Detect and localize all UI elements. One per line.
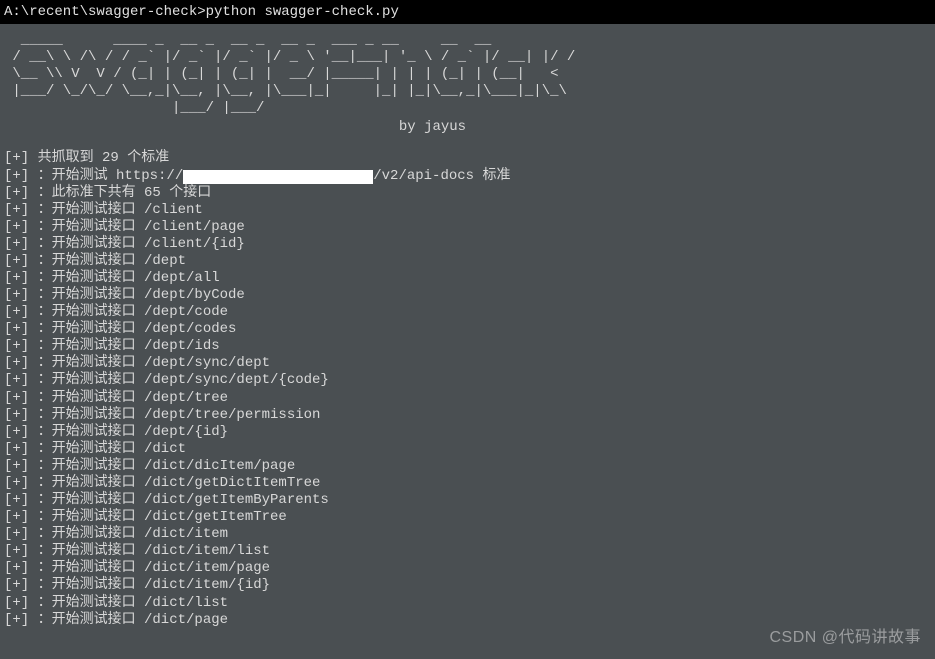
endpoint-line: [+] ：开始测试接口 /client/page (4, 219, 931, 236)
endpoint-line: [+] ：开始测试接口 /dept/{id} (4, 424, 931, 441)
endpoint-line: [+] ：开始测试接口 /dict/getItemTree (4, 509, 931, 526)
endpoint-line: [+] ：开始测试接口 /dept (4, 253, 931, 270)
endpoint-line: [+] ：开始测试接口 /dept/codes (4, 321, 931, 338)
redacted-host (183, 170, 373, 184)
terminal-window[interactable]: A:\recent\swagger-check>python swagger-c… (0, 0, 935, 24)
endpoint-line: [+] ：开始测试接口 /dict/getDictItemTree (4, 475, 931, 492)
endpoint-line: [+] ：开始测试接口 /client/{id} (4, 236, 931, 253)
endpoint-line: [+] ：开始测试接口 /dict/dicItem/page (4, 458, 931, 475)
endpoint-line: [+] ：开始测试接口 /dept/tree (4, 390, 931, 407)
summary-grab: [+] 共抓取到 29 个标准 (4, 150, 931, 167)
terminal-output: _____ ____ _ __ _ __ _ __ _ ___ _ __ __ … (0, 24, 935, 629)
endpoint-line: [+] ：开始测试接口 /dict/getItemByParents (4, 492, 931, 509)
endpoint-line: [+] ：开始测试接口 /client (4, 202, 931, 219)
endpoint-line: [+] ：开始测试接口 /dept/sync/dept/{code} (4, 372, 931, 389)
endpoint-line: [+] ：开始测试接口 /dept/all (4, 270, 931, 287)
endpoint-line: [+] ：开始测试接口 /dict/item/list (4, 543, 931, 560)
endpoint-line: [+] ：开始测试接口 /dept/tree/permission (4, 407, 931, 424)
endpoint-line: [+] ：开始测试接口 /dict/item/{id} (4, 577, 931, 594)
endpoint-line: [+] ：开始测试接口 /dept/byCode (4, 287, 931, 304)
summary-test-start: [+] ：开始测试 https:///v2/api-docs 标准 (4, 168, 931, 185)
endpoint-list: [+] ：开始测试接口 /client[+] ：开始测试接口 /client/p… (4, 202, 931, 629)
endpoint-line: [+] ：开始测试接口 /dict/item (4, 526, 931, 543)
endpoint-line: [+] ：开始测试接口 /dept/code (4, 304, 931, 321)
endpoint-line: [+] ：开始测试接口 /dict/list (4, 595, 931, 612)
endpoint-line: [+] ：开始测试接口 /dict (4, 441, 931, 458)
summary-iface-count: [+] ：此标准下共有 65 个接口 (4, 185, 931, 202)
command-prompt: A:\recent\swagger-check>python swagger-c… (0, 4, 935, 20)
watermark: CSDN @代码讲故事 (769, 623, 921, 647)
endpoint-line: [+] ：开始测试接口 /dept/sync/dept (4, 355, 931, 372)
ascii-banner: _____ ____ _ __ _ __ _ __ _ ___ _ __ __ … (4, 32, 931, 117)
endpoint-line: [+] ：开始测试接口 /dept/ids (4, 338, 931, 355)
endpoint-line: [+] ：开始测试接口 /dict/item/page (4, 560, 931, 577)
author-byline: by jayus (4, 119, 931, 136)
